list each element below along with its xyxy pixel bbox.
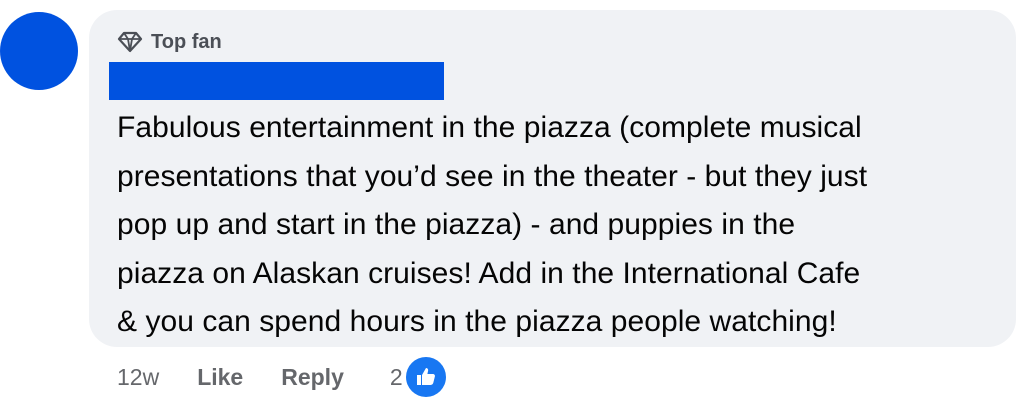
top-fan-badge: Top fan	[117, 29, 222, 55]
comment-line: Fabulous entertainment in the piazza (co…	[117, 111, 862, 144]
reaction-count: 2	[389, 363, 403, 390]
thumbs-up-icon	[405, 357, 446, 397]
comment-line: pop up and start in the piazza) - and pu…	[117, 208, 796, 241]
reply-button[interactable]: Reply	[281, 364, 344, 391]
diamond-icon	[117, 31, 143, 53]
comment-card: Top fan Fabulous entertainment in the pi…	[0, 0, 1024, 401]
comment-actions: 12w Like Reply 2	[117, 357, 446, 397]
comment-line: presentations that you’d see in the thea…	[117, 159, 868, 193]
reaction-summary[interactable]: 2	[390, 357, 446, 397]
comment-timestamp[interactable]: 12w	[117, 364, 159, 391]
top-fan-label: Top fan	[151, 30, 222, 53]
redacted-author-name[interactable]	[109, 62, 444, 100]
comment-line: & you can spend hours in the piazza peop…	[117, 305, 837, 338]
like-button[interactable]: Like	[197, 364, 243, 391]
avatar[interactable]	[0, 12, 78, 90]
comment-text: Fabulous entertainment in the piazza (co…	[117, 104, 997, 347]
comment-line: piazza on Alaskan cruises! Add in the In…	[117, 256, 861, 290]
